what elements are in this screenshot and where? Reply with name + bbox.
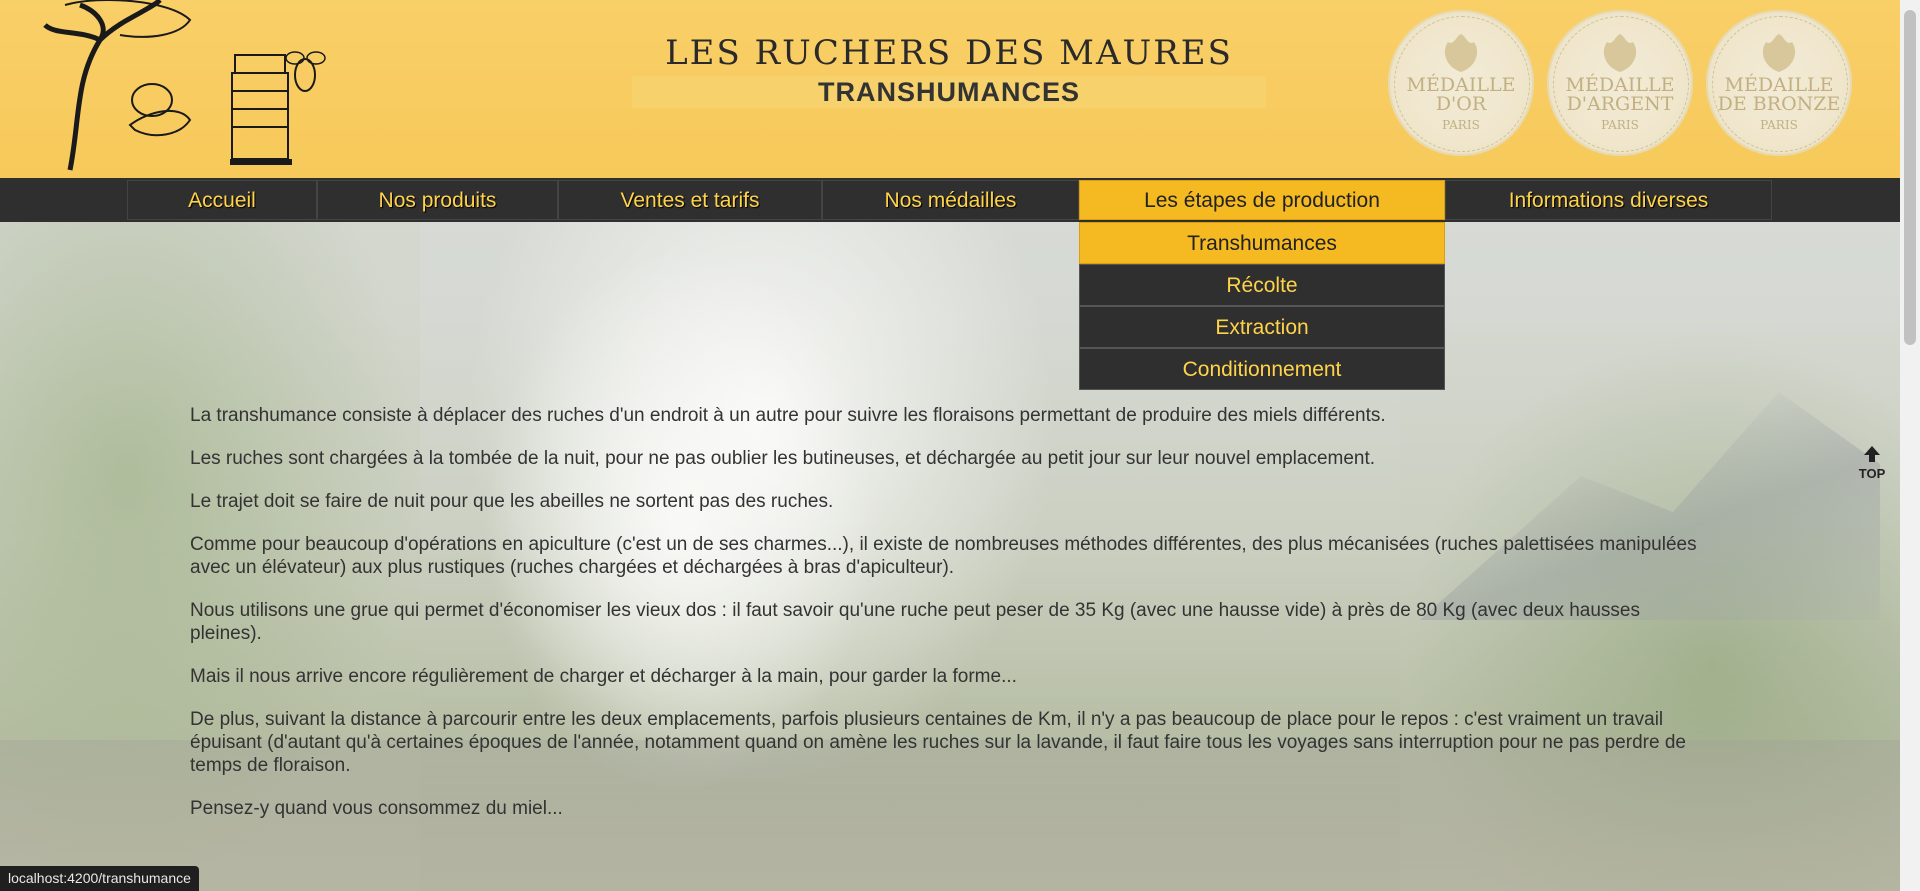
medals-group: MÉDAILLE D'OR PARIS MÉDAILLE D'ARGENT PARI… (1388, 10, 1858, 160)
medal-city: PARIS (1601, 118, 1639, 132)
dropdown-item-extraction[interactable]: Extraction (1079, 306, 1445, 348)
nav-item-ventes-tarifs[interactable]: Ventes et tarifs (558, 180, 822, 220)
bee-tree-logo[interactable] (40, 0, 340, 172)
back-to-top-label: TOP (1858, 466, 1886, 481)
nav-item-nos-produits[interactable]: Nos produits (317, 180, 558, 220)
page-scrollbar[interactable] (1900, 0, 1920, 891)
oak-leaf-icon (1762, 34, 1796, 72)
medal-name: MÉDAILLE D'OR (1406, 74, 1516, 115)
page-subtitle: TRANSHUMANCES (632, 76, 1266, 108)
oak-leaf-icon (1444, 34, 1478, 72)
scrollbar-thumb[interactable] (1904, 10, 1916, 345)
dropdown-item-transhumances[interactable]: Transhumances (1079, 222, 1445, 264)
content-paragraph: Le trajet doit se faire de nuit pour que… (190, 491, 834, 512)
main-nav: Accueil Nos produits Ventes et tarifs No… (0, 178, 1900, 222)
header-titles: LES RUCHERS DES MAURES TRANSHUMANCES (632, 34, 1266, 108)
nav-item-accueil[interactable]: Accueil (127, 180, 317, 220)
content-paragraph: La transhumance consiste à déplacer des … (190, 405, 1386, 426)
medal-city: PARIS (1760, 118, 1798, 132)
gold-medal: MÉDAILLE D'OR PARIS (1388, 10, 1534, 156)
site-title: LES RUCHERS DES MAURES (665, 33, 1233, 73)
silver-medal: MÉDAILLE D'ARGENT PARIS (1547, 10, 1693, 156)
dropdown-item-conditionnement[interactable]: Conditionnement (1079, 348, 1445, 390)
arrow-up-icon (1864, 446, 1880, 462)
nav-item-informations-diverses[interactable]: Informations diverses (1445, 180, 1772, 220)
browser-status-url: localhost:4200/transhumance (0, 866, 199, 891)
content-paragraph: Comme pour beaucoup d'opérations en apic… (190, 534, 1697, 578)
medal-name: MÉDAILLE D'ARGENT (1565, 74, 1675, 115)
content-paragraph: Mais il nous arrive encore régulièrement… (190, 666, 1017, 687)
content-paragraph: Pensez-y quand vous consommez du miel... (190, 798, 563, 819)
dropdown-item-recolte[interactable]: Récolte (1079, 264, 1445, 306)
content-paragraph: De plus, suivant la distance à parcourir… (190, 709, 1686, 776)
site-header: LES RUCHERS DES MAURES TRANSHUMANCES MÉD… (0, 0, 1900, 178)
production-dropdown-menu: Transhumances Récolte Extraction Conditi… (1079, 222, 1445, 390)
back-to-top-button[interactable]: TOP (1856, 445, 1888, 483)
content-paragraph: Nous utilisons une grue qui permet d'éco… (190, 600, 1640, 644)
medal-name: MÉDAILLE DE BRONZE (1717, 74, 1841, 115)
content-paragraph: Les ruches sont chargées à la tombée de … (190, 448, 1376, 469)
oak-leaf-icon (1603, 34, 1637, 72)
nav-item-etapes-production[interactable]: Les étapes de production (1079, 180, 1445, 220)
medal-city: PARIS (1442, 118, 1480, 132)
main-content: La transhumance consiste à déplacer des … (190, 404, 1710, 840)
bronze-medal: MÉDAILLE DE BRONZE PARIS (1706, 10, 1852, 156)
nav-item-nos-medailles[interactable]: Nos médailles (822, 180, 1079, 220)
